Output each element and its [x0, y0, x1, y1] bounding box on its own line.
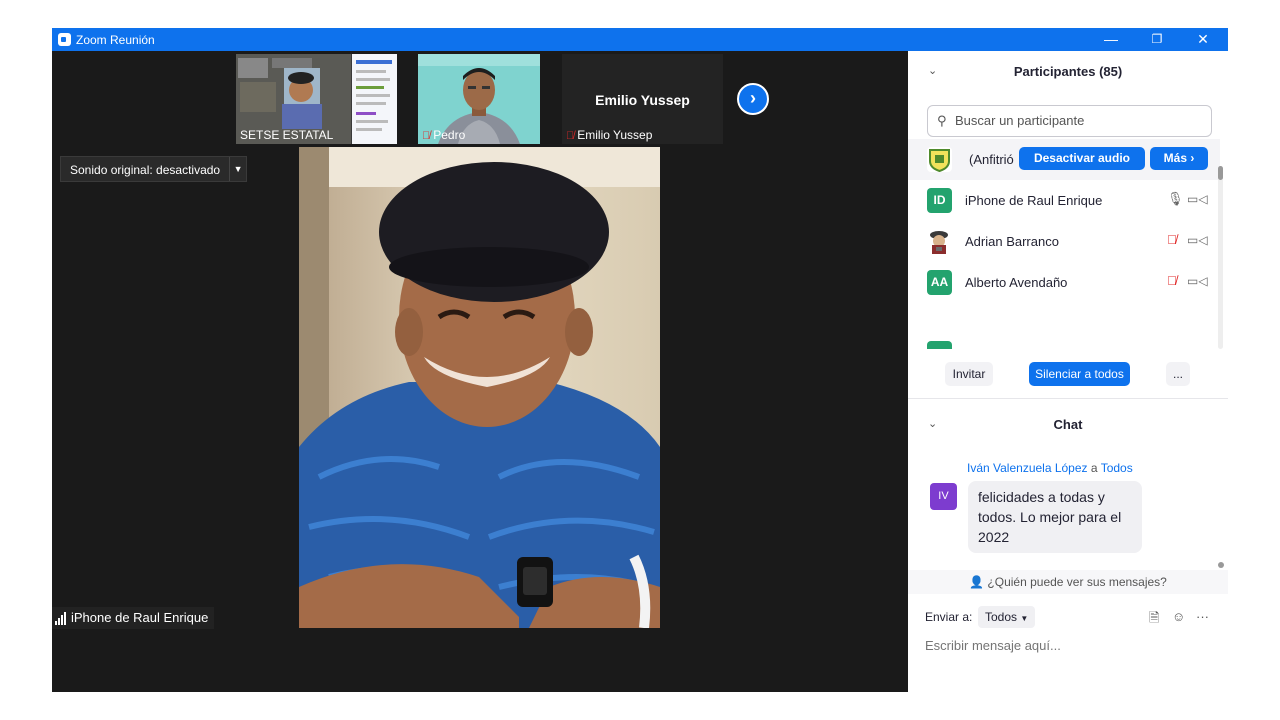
participant-name: (Anfitrió [969, 152, 1014, 167]
unmute-host-button[interactable]: Desactivar audio [1019, 147, 1145, 170]
video-area: SETSE ESTATAL 🎙̸ Pedro Emilio Yussep 🎙̸ Em… [52, 51, 908, 692]
participant-name: iPhone de Raul Enrique [965, 193, 1103, 208]
search-icon: ⚲ [937, 113, 947, 128]
active-speaker-name: iPhone de Raul Enrique [71, 610, 209, 625]
send-to-value: Todos [985, 610, 1018, 624]
thumbnail-name-text: Pedro [433, 128, 466, 142]
person-icon: 👤 [969, 575, 985, 589]
restore-button[interactable]: ❐ [1134, 28, 1180, 51]
send-to-label: Enviar a: [925, 610, 973, 624]
muted-mic-icon: 🎙̸ [566, 130, 575, 142]
chat-title: Chat [1053, 417, 1083, 432]
emoji-icon[interactable]: ☺ [1172, 609, 1185, 624]
chat-sender-avatar: IV [930, 483, 957, 510]
participants-title: Participantes (85) [1013, 64, 1123, 79]
more-options-button[interactable]: ... [1166, 362, 1190, 386]
zoom-logo-icon [58, 33, 71, 46]
participants-header: ⌄ Participantes (85) [908, 51, 1228, 91]
chat-to-word: a [1090, 461, 1098, 475]
chat-recipient: Todos [1100, 461, 1133, 475]
thumbnail-name: SETSE ESTATAL [240, 128, 334, 142]
participant-search-input[interactable]: ⚲ Buscar un participante [927, 105, 1212, 137]
chevron-down-icon: ▼ [1020, 614, 1029, 623]
participant-row[interactable]: ID iPhone de Raul Enrique 🎙 ▭◁ [908, 180, 1220, 221]
participant-display-name: Emilio Yussep [595, 92, 690, 108]
next-page-arrow-icon[interactable]: › [737, 83, 769, 115]
video-thumbnail-pedro[interactable]: 🎙̸ Pedro [418, 54, 540, 144]
zoom-meeting-window: Zoom Reunión — ❐ ✕ SETSE ESTATAL 🎙̸ Pedr… [52, 28, 1228, 692]
participant-row[interactable]: Adrian Barranco 🎙̸ ▭◁ [908, 221, 1220, 262]
thumbnail-name: 🎙̸ Pedro [422, 128, 465, 142]
active-speaker-video [299, 147, 660, 628]
shield-logo-icon [929, 149, 950, 173]
window-title: Zoom Reunión [76, 33, 155, 47]
chat-message-header: Iván Valenzuela López a Todos [967, 461, 1133, 475]
minimize-button[interactable]: — [1088, 28, 1134, 51]
participant-avatar: AA [927, 270, 952, 295]
video-thumbnail-emilio[interactable]: Emilio Yussep 🎙̸ Emilio Yussep [562, 54, 723, 144]
participant-avatar: ID [927, 188, 952, 213]
participant-avatar [927, 229, 952, 254]
participant-name: Alberto Avendaño [965, 275, 1068, 290]
muted-mic-icon: 🎙̸ [422, 130, 431, 142]
section-divider [908, 398, 1228, 399]
close-button[interactable]: ✕ [1180, 28, 1226, 51]
thumbnail-name-text: Emilio Yussep [577, 128, 653, 142]
title-bar: Zoom Reunión — ❐ ✕ [52, 28, 1228, 51]
video-camera-icon: ▭◁ [1187, 233, 1208, 247]
active-speaker-name-tag: iPhone de Raul Enrique [52, 607, 215, 629]
muted-mic-icon: 🎙̸ [1167, 273, 1177, 288]
thumbnail-name: 🎙̸ Emilio Yussep [566, 128, 652, 142]
video-thumbnail-setse[interactable]: SETSE ESTATAL [236, 54, 397, 144]
signal-strength-icon [55, 610, 67, 625]
original-sound-label: Sonido original: desactivado [70, 163, 221, 177]
more-icon[interactable]: ··· [1196, 609, 1209, 624]
search-placeholder: Buscar un participante [955, 113, 1085, 128]
original-sound-dropdown[interactable]: Sonido original: desactivado ▼ [60, 156, 248, 182]
participant-name: Adrian Barranco [965, 234, 1059, 249]
mute-all-button[interactable]: Silenciar a todos [1029, 362, 1130, 386]
file-icon[interactable]: 🗎 [1149, 609, 1159, 631]
chat-message-bubble: felicidades a todas y todos. Lo mejor pa… [968, 481, 1142, 553]
participant-row[interactable]: AA Alberto Avendaño 🎙̸ ▭◁ [908, 262, 1220, 303]
host-avatar [927, 147, 952, 173]
speaker-video-frame [299, 147, 660, 628]
invite-button[interactable]: Invitar [945, 362, 993, 386]
muted-mic-icon: 🎙̸ [1167, 232, 1177, 247]
participants-scrollbar[interactable] [1218, 166, 1223, 349]
more-button[interactable]: Más › [1150, 147, 1208, 170]
side-panel: ⌄ Participantes (85) ⚲ Buscar un partici… [908, 51, 1228, 692]
chat-header: ⌄ Chat [908, 404, 1228, 444]
video-camera-icon: ▭◁ [1187, 274, 1208, 288]
mic-icon: 🎙 [1167, 191, 1184, 206]
who-can-see-messages[interactable]: 👤 ¿Quién puede ver sus mensajes? [908, 570, 1228, 594]
participant-row-partial [927, 341, 952, 349]
who-can-see-text: ¿Quién puede ver sus mensajes? [987, 575, 1167, 589]
cartoon-avatar-icon [930, 231, 948, 254]
chat-message-input[interactable] [925, 638, 1215, 653]
participant-row-host[interactable]: (Anfitrió Desactivar audio Más › [908, 139, 1220, 180]
chat-sender[interactable]: Iván Valenzuela López [967, 461, 1088, 475]
chat-scrollbar[interactable] [1218, 443, 1224, 570]
video-camera-icon: ▭◁ [1187, 192, 1208, 206]
caret-down-icon[interactable]: ▼ [229, 157, 246, 181]
send-to-dropdown[interactable]: Todos ▼ [978, 606, 1036, 628]
